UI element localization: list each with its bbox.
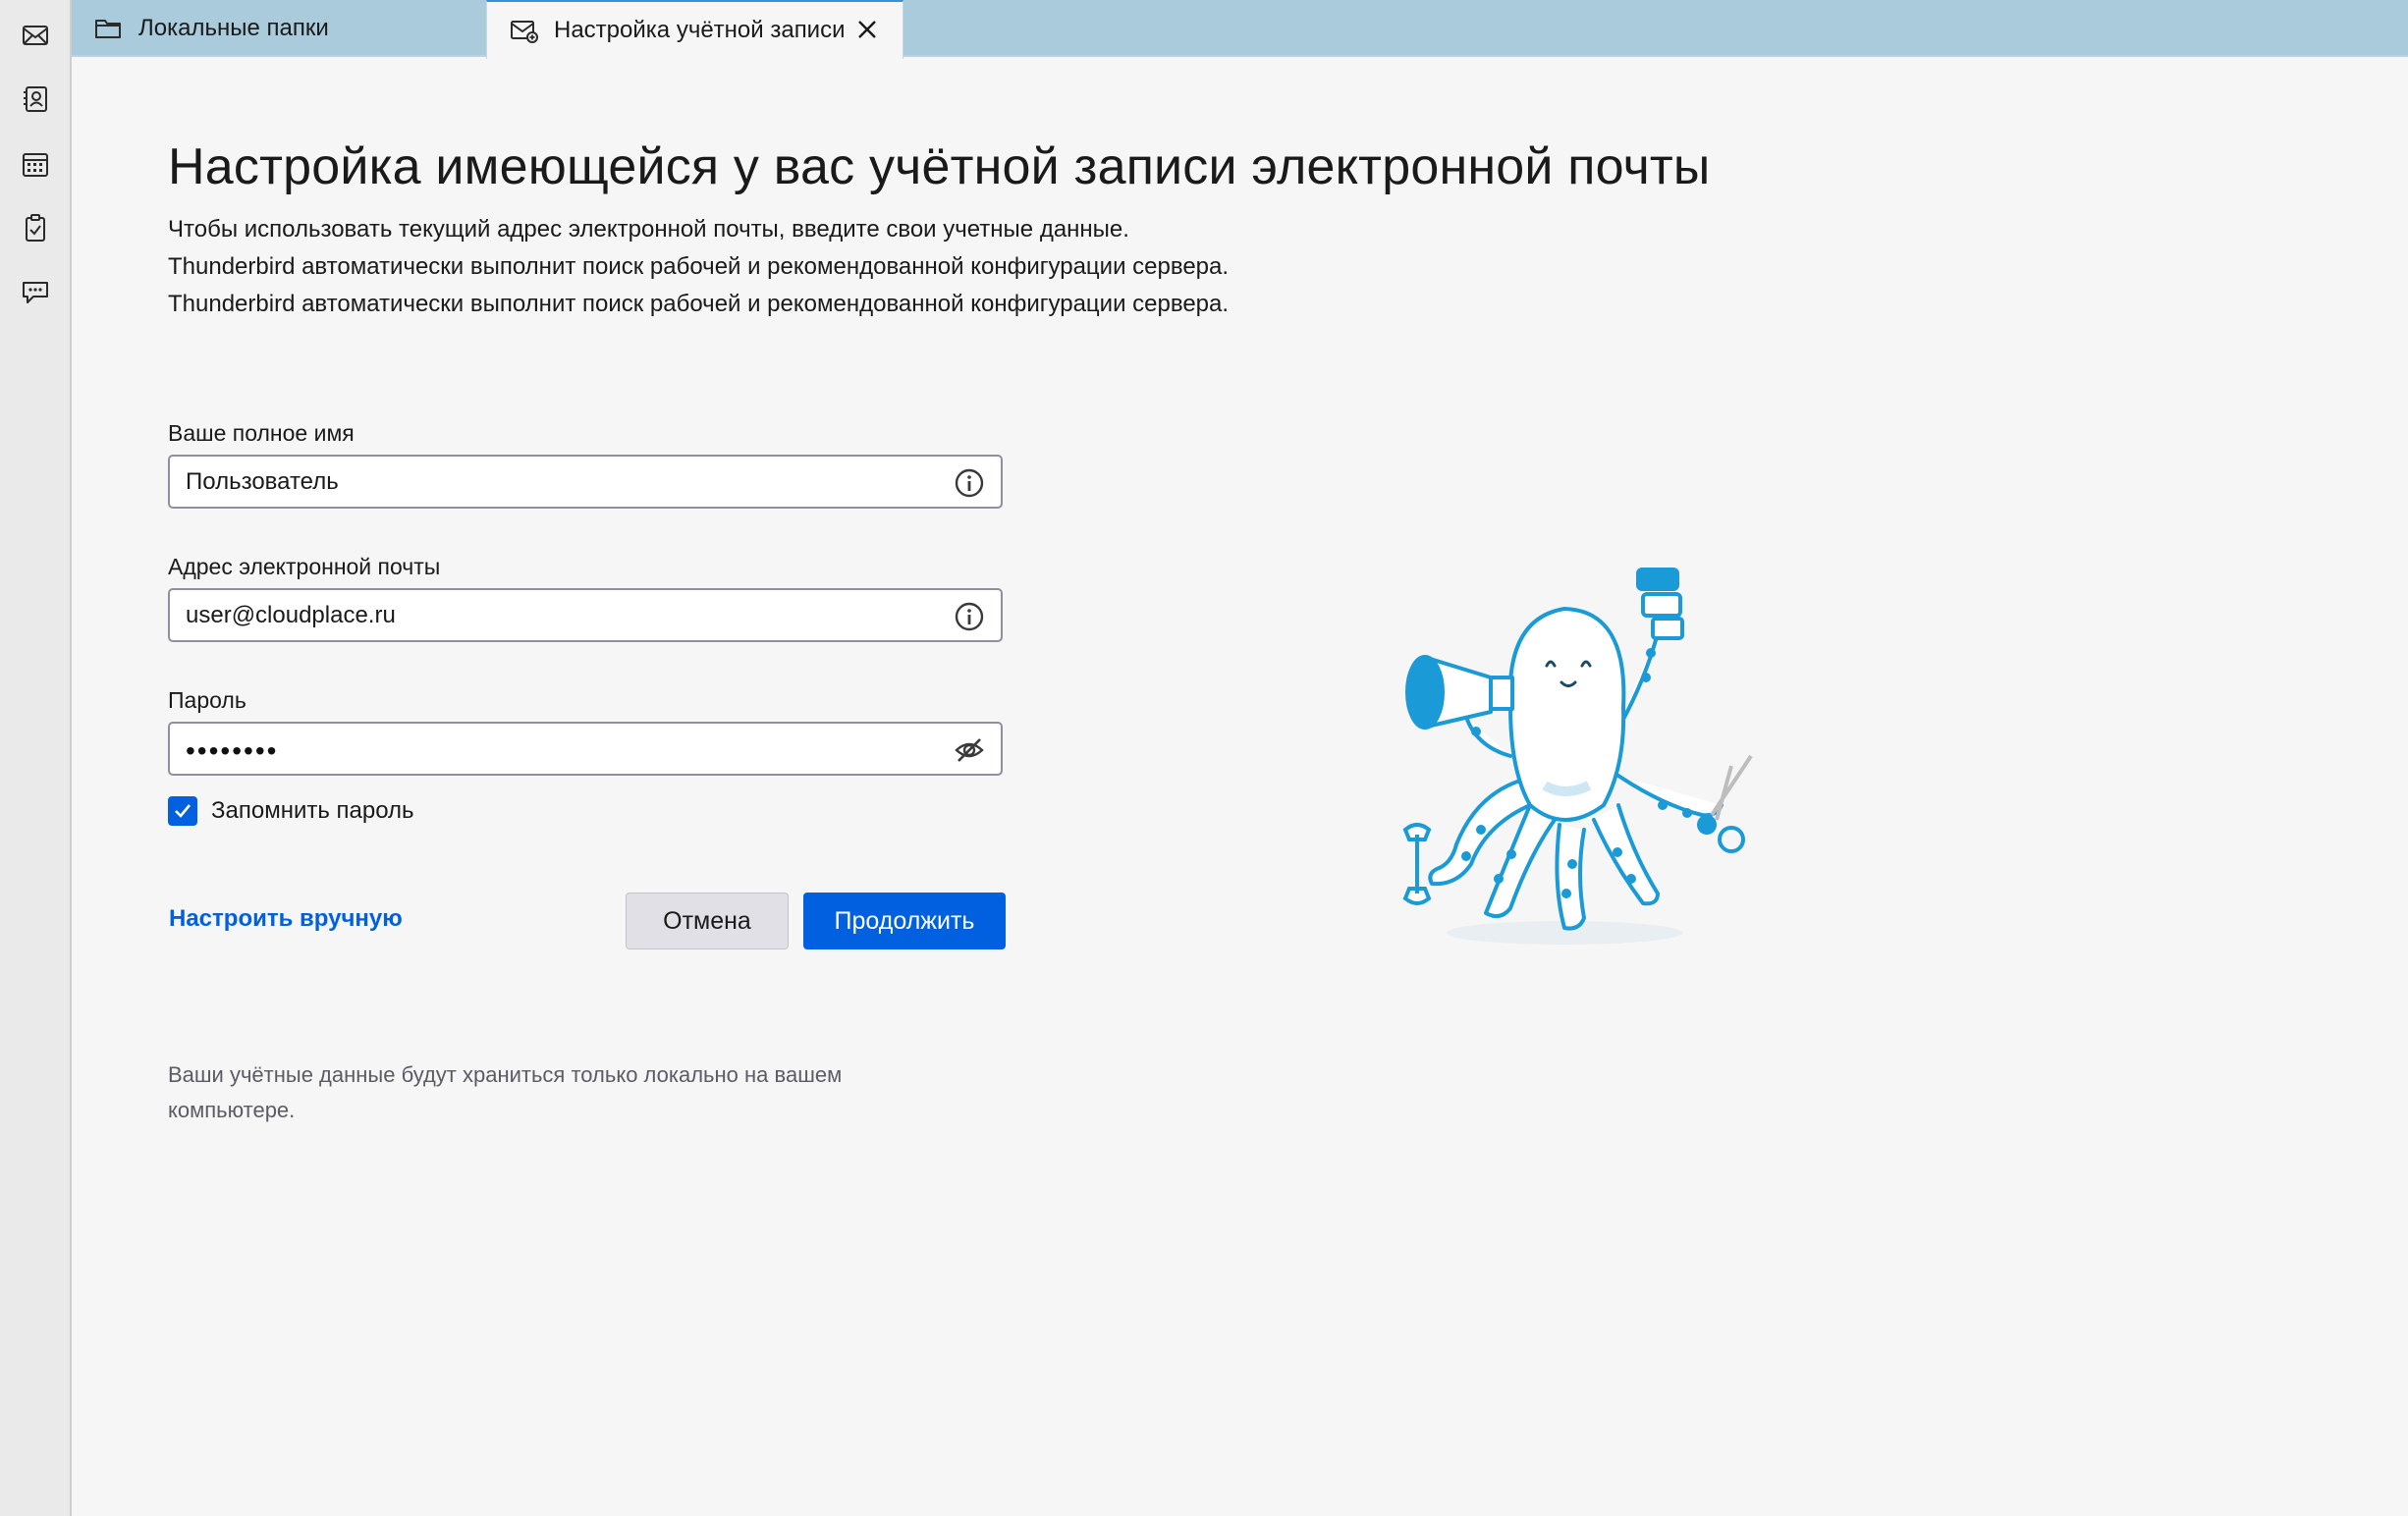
checkbox-checked[interactable] bbox=[168, 796, 197, 826]
chat-icon bbox=[23, 282, 48, 303]
tab-local-folders[interactable]: Локальные папки bbox=[72, 0, 484, 57]
password-field[interactable]: •••••••• bbox=[168, 722, 1003, 776]
mail-space-button[interactable] bbox=[14, 14, 57, 57]
checkmark-icon bbox=[175, 804, 192, 818]
privacy-note: Ваши учётные данные будут храниться толь… bbox=[168, 1062, 843, 1087]
info-icon[interactable] bbox=[954, 601, 985, 632]
full-name-field[interactable] bbox=[168, 455, 1003, 509]
remember-password-checkbox[interactable]: Запомнить пароль bbox=[168, 796, 414, 826]
password-label: Пароль bbox=[168, 687, 246, 713]
hide-password-icon[interactable] bbox=[954, 734, 985, 766]
description-line: Thunderbird автоматически выполнит поиск… bbox=[168, 291, 1230, 317]
password-input[interactable]: •••••••• bbox=[186, 735, 278, 767]
info-icon[interactable] bbox=[954, 467, 985, 499]
spaces-toolbar bbox=[0, 0, 72, 1516]
email-label: Адрес электронной почты bbox=[168, 554, 441, 579]
tasks-icon bbox=[26, 214, 45, 242]
full-name-label: Ваше полное имя bbox=[168, 420, 355, 446]
calendar-icon bbox=[23, 153, 48, 177]
page-title: Настройка имеющейся у вас учётной записи… bbox=[168, 138, 1711, 195]
email-input[interactable] bbox=[186, 590, 932, 640]
address-book-space-button[interactable] bbox=[14, 78, 57, 121]
remember-password-label: Запомнить пароль bbox=[211, 797, 414, 824]
envelope-icon bbox=[23, 26, 48, 45]
tasks-space-button[interactable] bbox=[14, 206, 57, 249]
chat-space-button[interactable] bbox=[14, 271, 57, 314]
manual-config-link[interactable]: Настроить вручную bbox=[169, 905, 403, 933]
close-tab-button[interactable] bbox=[853, 16, 881, 43]
tab-account-setup[interactable]: Настройка учётной записи bbox=[486, 0, 903, 59]
continue-button[interactable]: Продолжить bbox=[803, 893, 1006, 949]
description-line: Чтобы использовать текущий адрес электро… bbox=[168, 216, 1129, 243]
description-line: Thunderbird автоматически выполнит поиск… bbox=[168, 253, 1230, 280]
octopus-mascot-illustration bbox=[1402, 568, 1753, 945]
account-setup-page: Настройка имеющейся у вас учётной записи… bbox=[72, 59, 2408, 1516]
full-name-input[interactable] bbox=[186, 457, 932, 507]
account-setup-icon bbox=[509, 16, 538, 45]
tab-label: Локальные папки bbox=[138, 15, 329, 41]
tab-bar: Локальные папки Настройка учётной записи bbox=[72, 0, 2408, 59]
email-field[interactable] bbox=[168, 588, 1003, 642]
calendar-space-button[interactable] bbox=[14, 142, 57, 186]
privacy-note: компьютере. bbox=[168, 1098, 296, 1122]
close-icon bbox=[858, 21, 876, 38]
contacts-icon bbox=[24, 86, 47, 112]
tab-label: Настройка учётной записи bbox=[554, 17, 846, 43]
cancel-button[interactable]: Отмена bbox=[626, 893, 789, 949]
folder-icon bbox=[93, 14, 123, 43]
